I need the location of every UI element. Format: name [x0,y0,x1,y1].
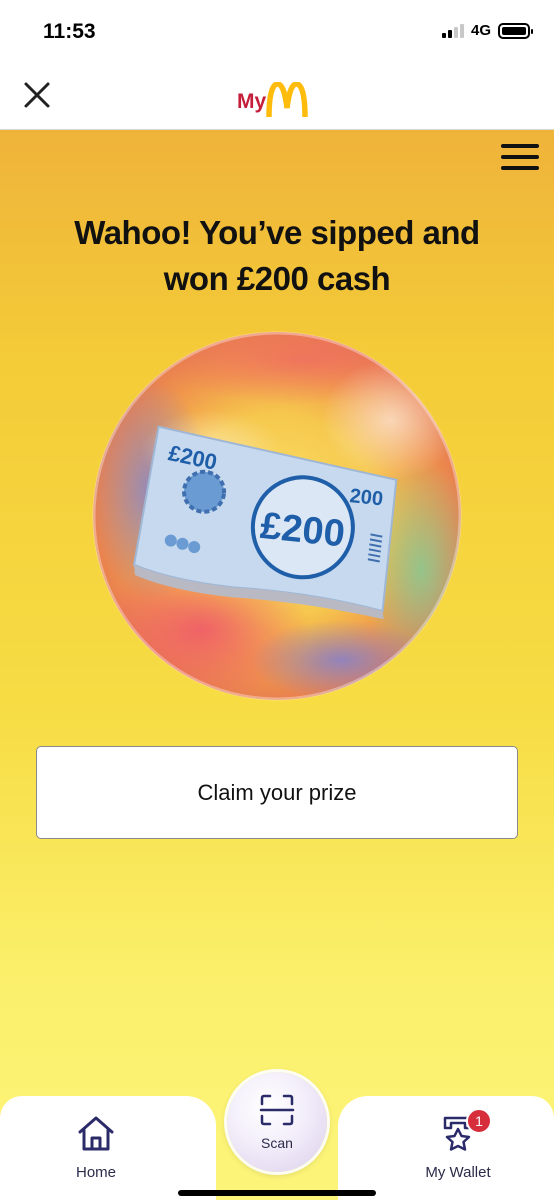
status-time: 11:53 [43,20,96,43]
scan-label: Scan [261,1135,293,1151]
golden-arches-icon [266,82,308,118]
battery-icon [498,22,533,39]
status-bar: 11:53 4G [0,0,554,64]
close-button[interactable] [20,78,54,112]
claim-prize-button[interactable]: Claim your prize [36,746,518,839]
home-icon [78,1116,114,1151]
prize-bubble-illustration: £200 £200 200 [92,331,462,701]
close-icon [24,82,50,108]
tab-home[interactable]: Home [62,1114,130,1181]
scan-icon [259,1094,295,1126]
scan-button[interactable]: Scan [227,1072,327,1172]
banknote-center-amount: £200 [258,505,346,556]
prize-screen: Wahoo! You’ve sipped and won £200 cash £… [0,130,554,1200]
logo-text: My [237,90,267,113]
banknote-right-amount: 200 [349,485,384,510]
tab-my-wallet-label: My Wallet [425,1164,491,1181]
home-indicator [178,1190,376,1196]
status-indicators: 4G [441,22,533,39]
bottom-tab-bar: Home Scan My Wallet 1 [0,1072,554,1200]
signal-icon [441,23,464,38]
mymcdonalds-logo: My [237,78,308,118]
tab-home-label: Home [75,1164,116,1181]
prize-title-line1: Wahoo! You’ve sipped and [74,214,480,251]
tab-my-wallet[interactable]: My Wallet 1 [418,1108,498,1181]
prize-title: Wahoo! You’ve sipped and won £200 cash [0,210,554,302]
network-type: 4G [470,22,491,39]
app-header: My [0,64,554,130]
wallet-notification-badge: 1 [466,1108,492,1134]
prize-title-line2: won £200 cash [163,260,391,297]
hamburger-menu-button[interactable] [501,144,539,172]
